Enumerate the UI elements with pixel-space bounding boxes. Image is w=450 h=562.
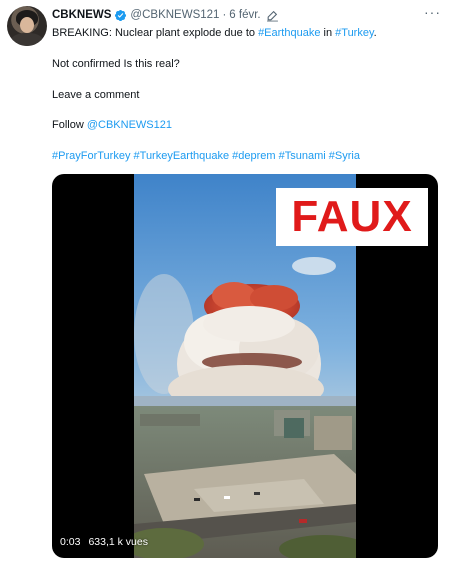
video-duration: 0:03: [60, 536, 81, 548]
hashtag-earthquake[interactable]: #Earthquake: [258, 27, 320, 39]
verified-badge-icon: [114, 9, 127, 22]
avatar[interactable]: [7, 6, 47, 46]
tweet-header: CBKNEWS @CBKNEWS121 · 6 févr.: [52, 6, 279, 24]
tweet-text-line-1: BREAKING: Nuclear plant explode due to #…: [52, 27, 377, 39]
fact-check-overlay: FAUX: [276, 188, 428, 246]
hashtag-list: #PrayForTurkey #TurkeyEarthquake #deprem…: [52, 150, 360, 162]
video-stats: 0:03 633,1 k vues: [60, 536, 148, 548]
video-player[interactable]: FAUX 0:03 633,1 k vues: [52, 174, 438, 558]
hashtag-prayforturkey[interactable]: #PrayForTurkey: [52, 150, 130, 162]
more-options-icon[interactable]: ···: [424, 4, 441, 20]
hashtag-turkey[interactable]: #Turkey: [335, 27, 374, 39]
tweet-text-line-2: Not confirmed Is this real?: [52, 58, 180, 70]
hashtag-tsunami[interactable]: #Tsunami: [279, 150, 326, 162]
hashtag-deprem[interactable]: #deprem: [232, 150, 275, 162]
text-fragment: .: [373, 27, 377, 39]
mention-link[interactable]: @CBKNEWS121: [87, 119, 172, 131]
tweet-card[interactable]: CBKNEWS @CBKNEWS121 · 6 févr. ··· BREAKI…: [0, 0, 450, 562]
text-fragment: in: [320, 27, 336, 39]
video-views: 633,1 k vues: [88, 536, 148, 548]
text-fragment: BREAKING: Nuclear plant explode due to: [52, 27, 259, 39]
separator-dot: ·: [222, 9, 227, 21]
text-fragment: Follow: [52, 119, 87, 131]
hashtag-turkeyearthquake[interactable]: #TurkeyEarthquake: [134, 150, 230, 162]
edit-pencil-icon[interactable]: [266, 9, 279, 22]
author-handle[interactable]: @CBKNEWS121: [130, 9, 219, 21]
tweet-text-line-3: Leave a comment: [52, 89, 140, 101]
tweet-date[interactable]: 6 févr.: [229, 9, 260, 21]
faux-label: FAUX: [291, 192, 413, 241]
author-name[interactable]: CBKNEWS: [52, 9, 111, 21]
hashtag-syria[interactable]: #Syria: [329, 150, 360, 162]
tweet-text-line-4: Follow @CBKNEWS121: [52, 119, 172, 131]
